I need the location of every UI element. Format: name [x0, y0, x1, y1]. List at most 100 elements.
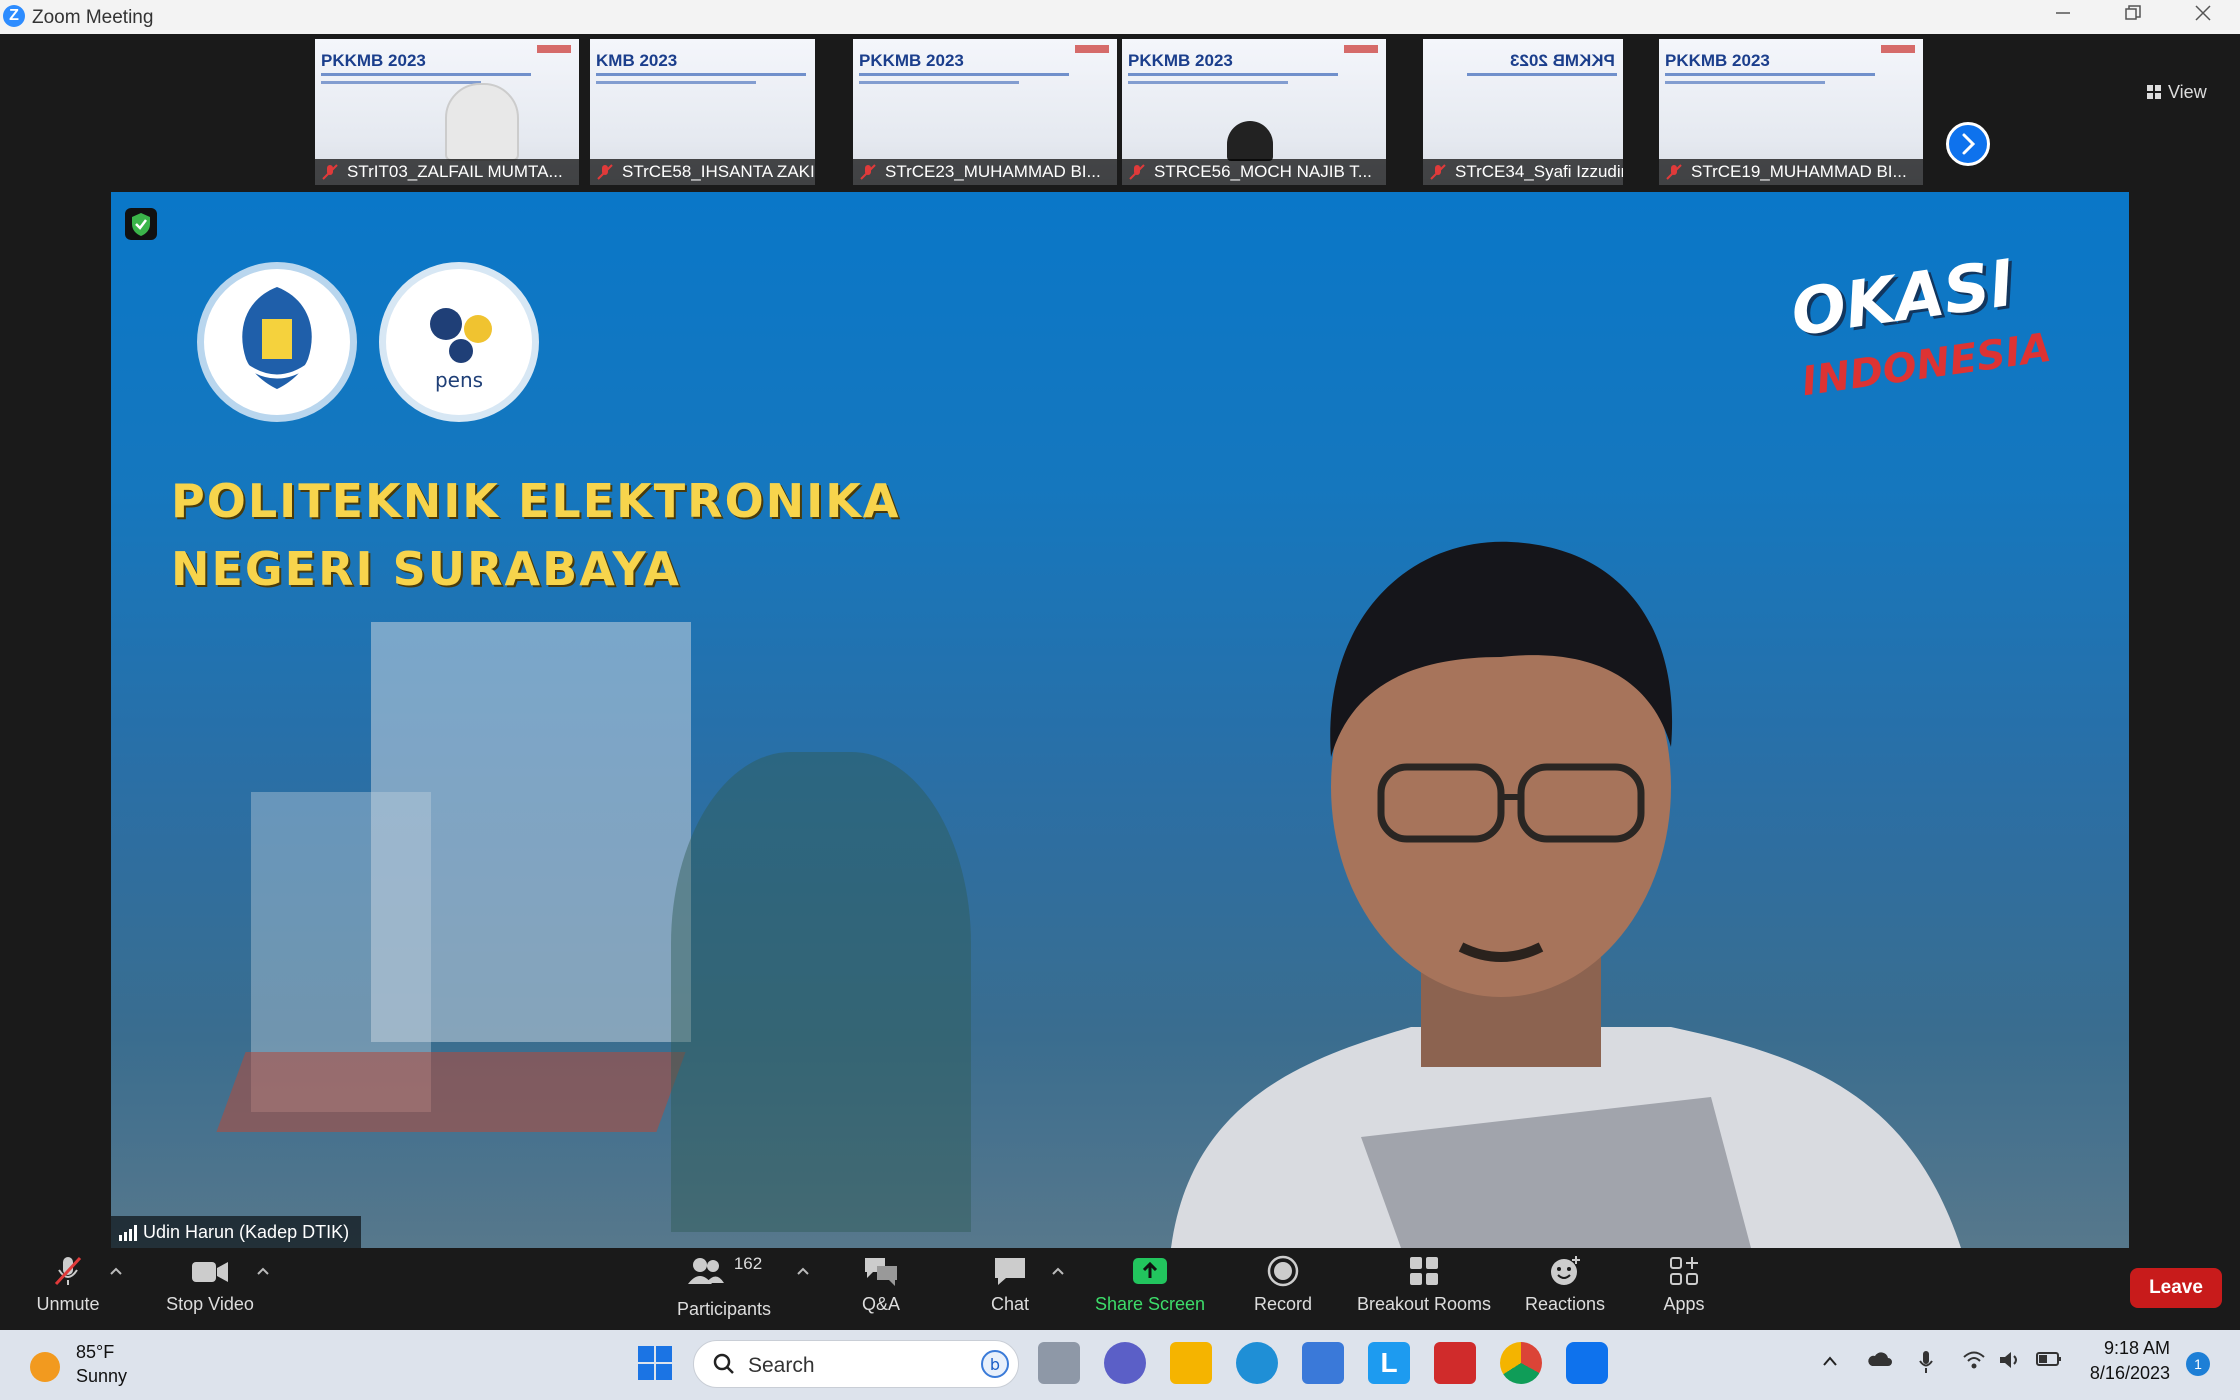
speaker-name-label: Udin Harun (Kadep DTIK)	[111, 1216, 362, 1248]
windows-logo-icon	[638, 1346, 672, 1380]
video-options-caret[interactable]	[257, 1262, 269, 1278]
mcafee-icon[interactable]	[1434, 1342, 1476, 1384]
participant-thumbnail[interactable]: PKKMB 2023 STrIT03_ZALFAIL MUMTA...	[315, 39, 579, 185]
weather-condition: Sunny	[76, 1366, 128, 1386]
muted-mic-icon	[322, 164, 338, 180]
chat-options-caret[interactable]	[1052, 1262, 1064, 1278]
participant-name: STrCE19_MUHAMMAD BI...	[1659, 159, 1923, 185]
reactions-button[interactable]: Reactions	[1522, 1254, 1608, 1315]
onedrive-icon[interactable]	[1866, 1350, 1892, 1374]
participants-button[interactable]: 162 Participants	[672, 1254, 776, 1320]
notification-badge[interactable]: 1	[2186, 1352, 2210, 1376]
svg-text:pens: pens	[435, 368, 483, 392]
participant-name: STRCE56_MOCH NAJIB T...	[1122, 159, 1386, 185]
chevron-up-icon	[1052, 1267, 1064, 1275]
search-placeholder: Search	[748, 1354, 815, 1377]
meeting-controls: Unmute Stop Video 162 Participants Q&A C…	[0, 1248, 2240, 1330]
participant-name: STrCE34_Syafi Izzudin	[1423, 159, 1623, 185]
muted-mic-icon	[1129, 164, 1145, 180]
chevron-up-icon	[110, 1267, 122, 1275]
zoom-logo-icon: Z	[3, 5, 25, 27]
edge-browser-icon[interactable]	[1236, 1342, 1278, 1384]
chrome-icon[interactable]	[1500, 1342, 1542, 1384]
muted-mic-icon	[1430, 164, 1446, 180]
participant-name: STrCE23_MUHAMMAD BI...	[853, 159, 1117, 185]
reactions-label: Reactions	[1524, 1294, 1606, 1314]
file-explorer-icon[interactable]	[1170, 1342, 1212, 1384]
share-screen-button[interactable]: Share Screen	[1090, 1254, 1210, 1315]
participants-options-caret[interactable]	[797, 1262, 809, 1278]
institution-name-line2: NEGERI SURABAYA	[171, 542, 681, 596]
video-camera-icon	[192, 1262, 228, 1282]
view-button[interactable]: View	[2146, 82, 2207, 103]
restore-button[interactable]	[2098, 0, 2168, 34]
slide-title: PKKMB 2023	[1128, 51, 1233, 70]
title-bar: Z Zoom Meeting	[0, 0, 2240, 34]
participant-thumbnail[interactable]: PKKMB 2023 STrCE34_Syafi Izzudin	[1423, 39, 1623, 185]
battery-icon[interactable]	[2036, 1350, 2062, 1373]
breakout-rooms-label: Breakout Rooms	[1356, 1294, 1492, 1314]
microphone-icon[interactable]	[1918, 1350, 1934, 1380]
microsoft-store-icon[interactable]	[1302, 1342, 1344, 1384]
l-app-icon[interactable]: L	[1368, 1342, 1410, 1384]
unmute-button[interactable]: Unmute	[28, 1254, 108, 1315]
qa-label: Q&A	[861, 1294, 900, 1314]
background-roof	[216, 1052, 686, 1132]
minimize-button[interactable]	[2028, 0, 2098, 34]
chat-icon	[995, 1258, 1025, 1285]
participant-thumbnail[interactable]: PKKMB 2023 STrCE19_MUHAMMAD BI...	[1659, 39, 1923, 185]
volume-icon[interactable]	[1998, 1350, 2022, 1376]
next-page-button[interactable]	[1946, 122, 1990, 166]
clock-time: 9:18 AM	[2103, 1338, 2170, 1358]
grid-view-icon	[2147, 85, 2161, 99]
pens-logo: pens	[379, 262, 539, 422]
participants-icon	[687, 1258, 724, 1284]
stop-video-button[interactable]: Stop Video	[160, 1254, 260, 1315]
participants-label: Participants	[676, 1299, 772, 1319]
chevron-right-icon	[1962, 133, 1976, 155]
stop-video-label: Stop Video	[166, 1294, 254, 1314]
chevron-up-icon	[257, 1267, 269, 1275]
teams-chat-icon[interactable]	[1104, 1342, 1146, 1384]
os-taskbar: 85°F Sunny Search b L 9:18 AM 8/16/2023 …	[0, 1330, 2240, 1400]
close-button[interactable]	[2168, 0, 2238, 34]
qa-button[interactable]: Q&A	[853, 1254, 909, 1315]
background-tree	[671, 752, 971, 1232]
apps-button[interactable]: Apps	[1656, 1254, 1712, 1315]
participants-count: 162	[733, 1254, 763, 1273]
security-shield-icon[interactable]	[125, 208, 157, 240]
chat-button[interactable]: Chat	[980, 1254, 1040, 1315]
participant-thumbnail[interactable]: KMB 2023 STrCE58_IHSANTA ZAKI	[590, 39, 815, 185]
breakout-rooms-icon	[1410, 1257, 1438, 1285]
active-speaker-video[interactable]: pens POLITEKNIK ELEKTRONIKA NEGERI SURAB…	[111, 192, 2129, 1248]
chevron-up-icon	[1823, 1356, 1837, 1366]
task-view-icon[interactable]	[1038, 1342, 1080, 1384]
slide-title: PKKMB 2023	[859, 51, 964, 70]
participant-thumbnail[interactable]: PKKMB 2023 STrCE23_MUHAMMAD BI...	[853, 39, 1117, 185]
clock-date: 8/16/2023	[2089, 1363, 2170, 1383]
apps-label: Apps	[1663, 1294, 1705, 1314]
chevron-up-icon	[797, 1267, 809, 1275]
participant-thumbnail[interactable]: PKKMB 2023 STRCE56_MOCH NAJIB T...	[1122, 39, 1386, 185]
audio-options-caret[interactable]	[110, 1262, 122, 1278]
minimize-icon	[2056, 12, 2070, 14]
share-screen-icon	[1133, 1258, 1167, 1284]
record-icon	[1267, 1255, 1299, 1287]
wifi-icon[interactable]	[1962, 1350, 1986, 1376]
leave-button[interactable]: Leave	[2130, 1268, 2222, 1308]
show-hidden-icons-button[interactable]	[1822, 1350, 1838, 1373]
participant-avatar	[1227, 121, 1273, 161]
qa-icon	[865, 1258, 897, 1286]
share-screen-label: Share Screen	[1094, 1294, 1206, 1314]
unmute-label: Unmute	[36, 1294, 100, 1314]
system-clock[interactable]: 9:18 AM 8/16/2023	[2060, 1338, 2170, 1384]
window-title: Zoom Meeting	[32, 7, 154, 28]
svg-text:b: b	[990, 1355, 1000, 1374]
institution-name-line1: POLITEKNIK ELEKTRONIKA	[171, 474, 901, 528]
taskbar-search[interactable]: Search b	[693, 1340, 1019, 1388]
record-button[interactable]: Record	[1250, 1254, 1316, 1315]
start-button[interactable]	[634, 1342, 676, 1384]
zoom-taskbar-icon[interactable]	[1566, 1342, 1608, 1384]
participant-avatar	[445, 83, 519, 161]
breakout-rooms-button[interactable]: Breakout Rooms	[1354, 1254, 1494, 1315]
